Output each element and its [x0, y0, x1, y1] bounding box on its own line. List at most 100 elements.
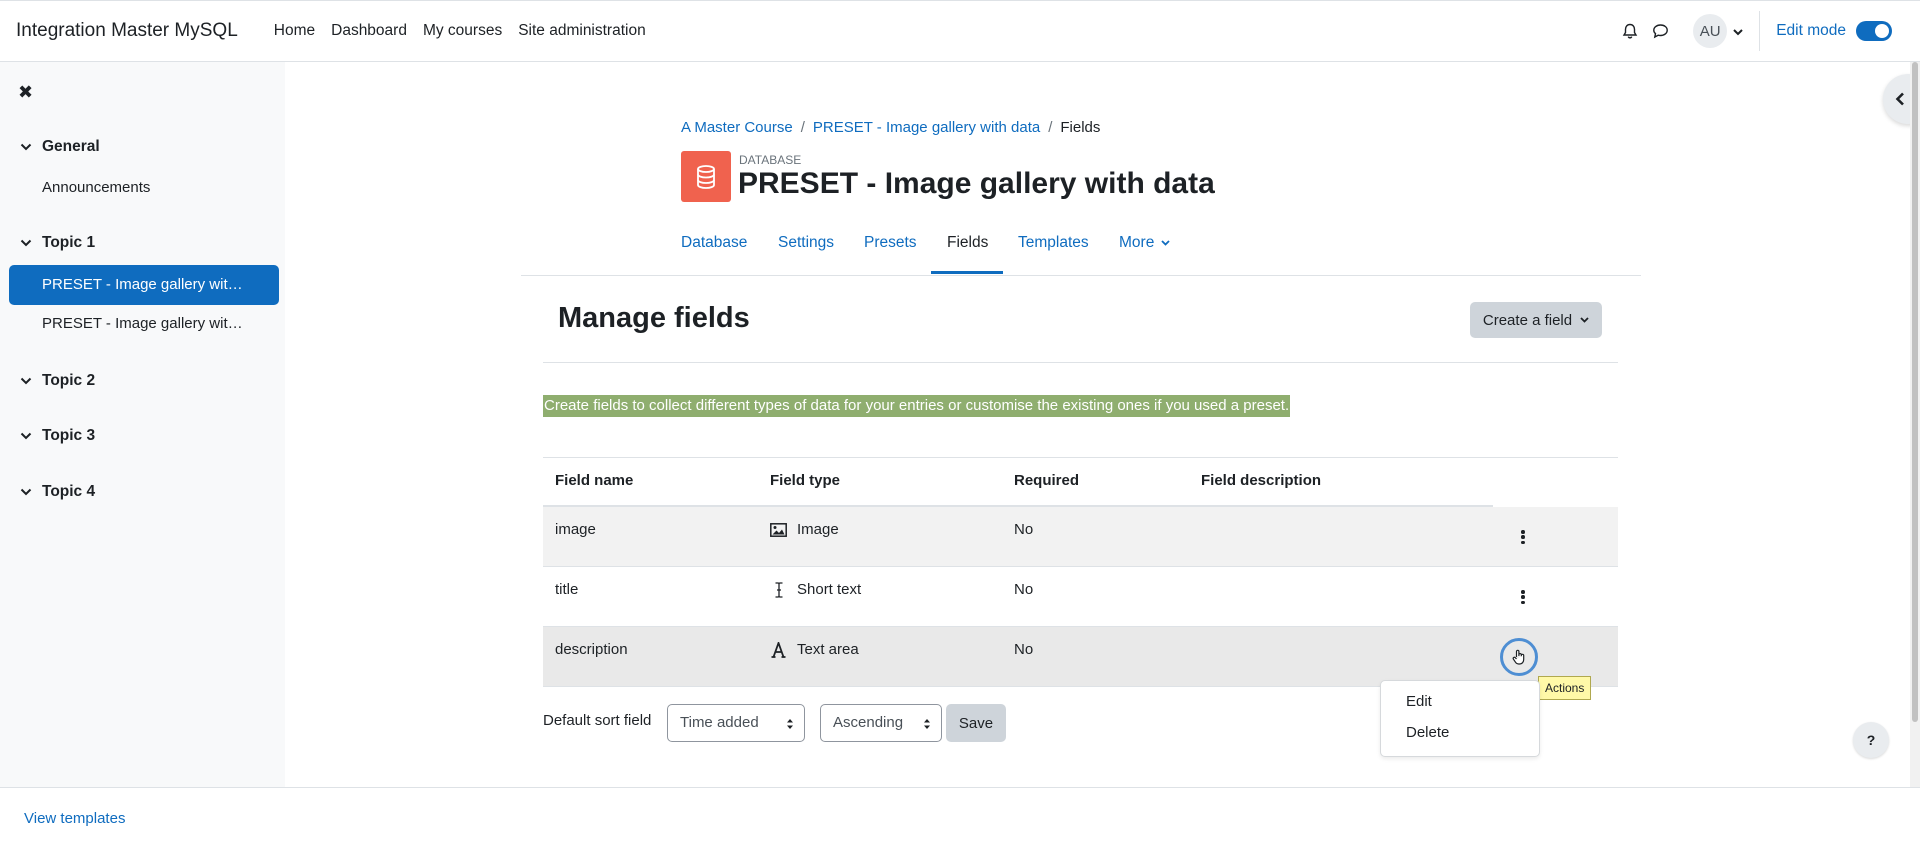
- nav-site-administration-link[interactable]: Site administration: [510, 22, 654, 40]
- section-header[interactable]: Topic 1: [0, 234, 285, 252]
- section-header[interactable]: General: [0, 138, 285, 156]
- tab-fields[interactable]: Fields: [947, 234, 988, 252]
- required-cell: No: [1014, 641, 1034, 658]
- course-index-drawer: ✖ General Announcements Topic 1 PRESET -…: [0, 62, 285, 788]
- section-title[interactable]: General: [42, 138, 100, 156]
- tab-more[interactable]: More: [1119, 234, 1170, 252]
- sort-order-select[interactable]: Ascending: [820, 704, 942, 742]
- required-cell: No: [1014, 521, 1034, 538]
- chevron-down-icon[interactable]: [20, 427, 42, 445]
- chevron-down-icon[interactable]: [20, 372, 42, 390]
- breadcrumb-separator: /: [800, 119, 805, 136]
- nav-my-courses-link[interactable]: My courses: [415, 22, 510, 40]
- tab-settings[interactable]: Settings: [778, 234, 834, 252]
- section-title[interactable]: Topic 3: [42, 427, 95, 445]
- chevron-left-icon: [1895, 92, 1904, 106]
- font-icon: [771, 641, 786, 658]
- edit-mode-label[interactable]: Edit mode: [1776, 22, 1846, 40]
- section-header[interactable]: Topic 3: [0, 427, 285, 445]
- table-row: title Short text No: [543, 567, 1618, 627]
- actions-tooltip: Actions: [1538, 676, 1592, 700]
- database-icon: [681, 151, 731, 202]
- field-name-cell: description: [555, 641, 628, 658]
- actions-kebab-icon[interactable]: [1517, 527, 1529, 547]
- page-title: PRESET - Image gallery with data: [738, 167, 1215, 200]
- table-row: image Image No: [543, 507, 1618, 567]
- page-scrollbar[interactable]: [1910, 62, 1920, 788]
- tab-more-label[interactable]: More: [1119, 234, 1154, 251]
- nav-dashboard-link[interactable]: Dashboard: [323, 22, 415, 40]
- help-button[interactable]: ?: [1853, 722, 1889, 758]
- site-name[interactable]: Integration Master MySQL: [16, 20, 238, 42]
- notifications-bell-icon[interactable]: [1615, 16, 1645, 46]
- chevron-down-icon[interactable]: [20, 234, 42, 252]
- menu-item-edit[interactable]: Edit: [1406, 693, 1432, 710]
- section-title[interactable]: Topic 1: [42, 234, 95, 252]
- actions-kebab-button-focused[interactable]: [1500, 638, 1538, 676]
- sidebar-item-preset-active[interactable]: PRESET - Image gallery wit…: [9, 265, 279, 305]
- breadcrumb-activity-link[interactable]: PRESET - Image gallery with data: [813, 119, 1040, 136]
- select-arrows-icon: [787, 719, 793, 729]
- field-name-cell: image: [555, 521, 596, 538]
- image-icon: [770, 522, 787, 537]
- section-topic-4: Topic 4: [0, 483, 285, 501]
- divider: [543, 362, 1618, 363]
- tab-templates[interactable]: Templates: [1018, 234, 1089, 252]
- user-avatar[interactable]: AU: [1693, 14, 1728, 48]
- create-field-button[interactable]: Create a field: [1470, 302, 1602, 338]
- breadcrumb: A Master Course / PRESET - Image gallery…: [681, 119, 1100, 136]
- section-general: General: [0, 138, 285, 156]
- chevron-down-icon[interactable]: [20, 483, 42, 501]
- field-type-cell: Text area: [770, 641, 859, 658]
- breadcrumb-course-link[interactable]: A Master Course: [681, 119, 793, 136]
- close-drawer-icon[interactable]: ✖: [18, 82, 33, 103]
- edit-mode-toggle[interactable]: [1856, 21, 1892, 41]
- actions-kebab-icon[interactable]: [1517, 587, 1529, 607]
- section-header[interactable]: Topic 2: [0, 372, 285, 390]
- text-cursor-icon: [775, 581, 783, 598]
- manage-fields-heading: Manage fields: [558, 302, 750, 334]
- select-arrows-icon: [924, 719, 930, 729]
- nav-home-link[interactable]: Home: [266, 22, 323, 40]
- column-header-field-description: Field description: [1201, 472, 1322, 489]
- intro-text: Create fields to collect different types…: [543, 395, 1291, 417]
- sort-order-value[interactable]: Ascending: [833, 714, 903, 731]
- column-header-required: Required: [1014, 472, 1080, 489]
- scrollbar-thumb[interactable]: [1912, 62, 1918, 722]
- section-topic-1: Topic 1: [0, 234, 285, 252]
- save-button[interactable]: Save: [946, 704, 1006, 742]
- section-topic-2: Topic 2: [0, 372, 285, 390]
- column-header-field-type: Field type: [770, 472, 841, 489]
- user-menu-chevron-down-icon[interactable]: [1733, 23, 1743, 40]
- sidebar-item-announcements[interactable]: Announcements: [42, 179, 150, 196]
- field-type-cell: Image: [770, 521, 839, 538]
- required-cell: No: [1014, 581, 1034, 598]
- messages-chat-icon[interactable]: [1645, 16, 1675, 46]
- section-title[interactable]: Topic 2: [42, 372, 95, 390]
- view-templates-link[interactable]: View templates: [24, 810, 125, 827]
- top-navbar: Integration Master MySQL Home Dashboard …: [0, 0, 1920, 62]
- field-type-cell: Short text: [770, 581, 861, 598]
- chevron-down-icon: [1161, 240, 1170, 246]
- table-row: description Text area No: [543, 627, 1618, 687]
- table-top-border: [543, 457, 1618, 458]
- primary-navigation: Home Dashboard My courses Site administr…: [266, 22, 654, 40]
- section-header[interactable]: Topic 4: [0, 483, 285, 501]
- breadcrumb-current: Fields: [1060, 119, 1101, 136]
- secondary-navigation: Database Settings Presets Fields Templat…: [521, 228, 1641, 276]
- sort-field-value[interactable]: Time added: [680, 714, 759, 731]
- tab-database[interactable]: Database: [681, 234, 747, 252]
- menu-item-delete[interactable]: Delete: [1406, 724, 1449, 741]
- field-name-cell: title: [555, 581, 579, 598]
- breadcrumb-separator: /: [1048, 119, 1053, 136]
- field-type-label: Text area: [797, 641, 859, 658]
- section-title[interactable]: Topic 4: [42, 483, 95, 501]
- chevron-down-icon[interactable]: [20, 138, 42, 156]
- create-field-label[interactable]: Create a field: [1483, 312, 1572, 329]
- sort-field-select[interactable]: Time added: [667, 704, 805, 742]
- field-type-label: Image: [797, 521, 839, 538]
- tab-presets[interactable]: Presets: [864, 234, 917, 252]
- column-header-field-name: Field name: [555, 472, 634, 489]
- sidebar-item-preset[interactable]: PRESET - Image gallery wit…: [42, 315, 243, 332]
- activity-type-label: DATABASE: [739, 153, 802, 167]
